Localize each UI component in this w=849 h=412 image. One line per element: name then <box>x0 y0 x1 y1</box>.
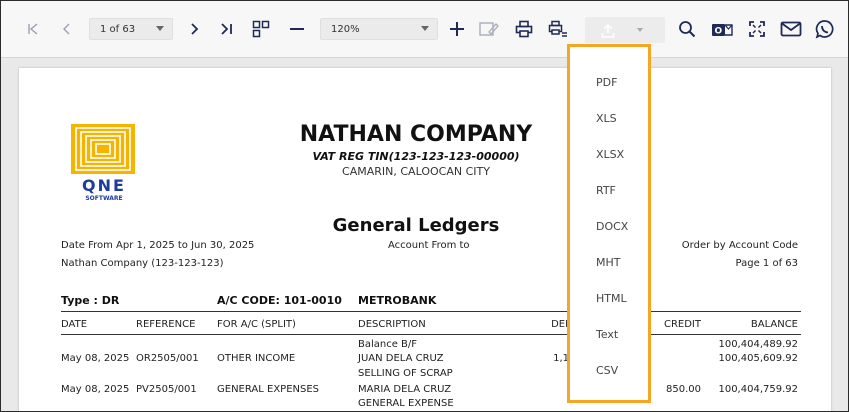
report-page: QNE SOFTWARE NATHAN COMPANY VAT REG TIN(… <box>19 68 831 411</box>
col-for-ac: FOR A/C (SPLIT) <box>217 319 296 330</box>
row-reference: OR2505/001 <box>136 353 199 364</box>
row-balance: 100,405,609.92 <box>718 353 798 364</box>
account-type: Type : DR <box>61 294 120 307</box>
export-text-item[interactable]: Text <box>596 328 618 341</box>
page-info: Page 1 of 63 <box>735 258 798 269</box>
date-range: Date From Apr 1, 2025 to Jun 30, 2025 <box>61 240 255 251</box>
export-button[interactable] <box>585 17 665 43</box>
fullscreen-icon[interactable] <box>746 15 768 43</box>
report-title: General Ledgers <box>332 215 500 236</box>
report-viewer: 1 of 63 120% O QNE SOFTWARE NATHAN COMPA… <box>0 0 849 412</box>
row-debit: 1,1 <box>553 353 569 364</box>
row-reference: PV2505/001 <box>136 384 197 395</box>
multipage-view-icon[interactable] <box>250 15 272 43</box>
page-indicator: 1 of 63 <box>100 23 136 35</box>
previous-page-icon[interactable] <box>57 15 77 43</box>
export-xlsx-item[interactable]: XLSX <box>596 148 624 161</box>
export-csv-item[interactable]: CSV <box>596 364 618 377</box>
export-pdf-item[interactable]: PDF <box>596 76 617 89</box>
row-for-ac: GENERAL EXPENSES <box>217 384 320 395</box>
toolbar: 1 of 63 120% O <box>1 1 848 58</box>
row-date: May 08, 2025 <box>61 384 130 395</box>
next-page-icon[interactable] <box>184 15 204 43</box>
account-name: METROBANK <box>358 294 437 307</box>
export-html-item[interactable]: HTML <box>596 292 627 305</box>
account-range: Account From to <box>388 240 470 251</box>
company-logo: QNE SOFTWARE <box>71 124 137 204</box>
export-rtf-item[interactable]: RTF <box>596 184 616 197</box>
svg-text:O: O <box>715 27 723 37</box>
header-divider-bottom <box>61 334 801 335</box>
row-description: GENERAL EXPENSE <box>358 398 454 409</box>
row-description: JUAN DELA CRUZ <box>358 353 444 364</box>
col-reference: REFERENCE <box>136 319 196 330</box>
vat-reg-tin: VAT REG TIN(123-123-123-00000) <box>312 150 520 163</box>
zoom-selector[interactable]: 120% <box>320 18 438 40</box>
row-description: MARIA DELA CRUZ <box>358 384 452 395</box>
chevron-down-icon <box>156 26 164 31</box>
export-docx-item[interactable]: DOCX <box>596 220 628 233</box>
col-date: DATE <box>61 319 88 330</box>
search-icon[interactable] <box>676 15 698 43</box>
col-balance: BALANCE <box>750 319 798 330</box>
row-description: Balance B/F <box>358 339 418 350</box>
row-date: May 08, 2025 <box>61 353 130 364</box>
zoom-out-icon[interactable] <box>286 15 308 43</box>
order-by: Order by Account Code <box>681 240 798 251</box>
zoom-value: 120% <box>331 23 360 35</box>
page-selector[interactable]: 1 of 63 <box>89 18 173 40</box>
export-xls-item[interactable]: XLS <box>596 112 617 125</box>
first-page-icon[interactable] <box>23 15 43 43</box>
chevron-down-icon <box>637 28 643 32</box>
row-description: SELLING OF SCRAP <box>358 368 453 379</box>
chevron-down-icon <box>421 26 429 31</box>
export-icon <box>601 23 615 42</box>
email-icon[interactable] <box>779 15 803 43</box>
company-code: Nathan Company (123-123-123) <box>61 258 224 269</box>
account-code: A/C CODE: 101-0010 <box>217 294 342 307</box>
row-for-ac: OTHER INCOME <box>217 353 296 364</box>
edit-fields-icon[interactable] <box>477 15 501 43</box>
logo-subtext: SOFTWARE <box>85 195 123 202</box>
qne-logo-icon <box>71 124 135 174</box>
header-divider-top <box>61 311 801 312</box>
row-balance: 100,404,489.92 <box>718 339 798 350</box>
logo-text: QNE <box>82 176 126 195</box>
print-page-icon[interactable] <box>546 15 570 43</box>
print-icon[interactable] <box>513 15 535 43</box>
outlook-icon[interactable]: O <box>710 15 734 43</box>
export-mht-item[interactable]: MHT <box>596 256 620 269</box>
whatsapp-icon[interactable] <box>813 15 837 43</box>
company-address: CAMARIN, CALOOCAN CITY <box>342 165 490 178</box>
last-page-icon[interactable] <box>216 15 238 43</box>
row-balance: 100,404,759.92 <box>718 384 798 395</box>
company-name: NATHAN COMPANY <box>299 122 533 147</box>
zoom-in-icon[interactable] <box>446 15 468 43</box>
col-description: DESCRIPTION <box>358 319 426 330</box>
export-format-menu: PDF XLS XLSX RTF DOCX MHT HTML Text CSV <box>567 44 651 403</box>
